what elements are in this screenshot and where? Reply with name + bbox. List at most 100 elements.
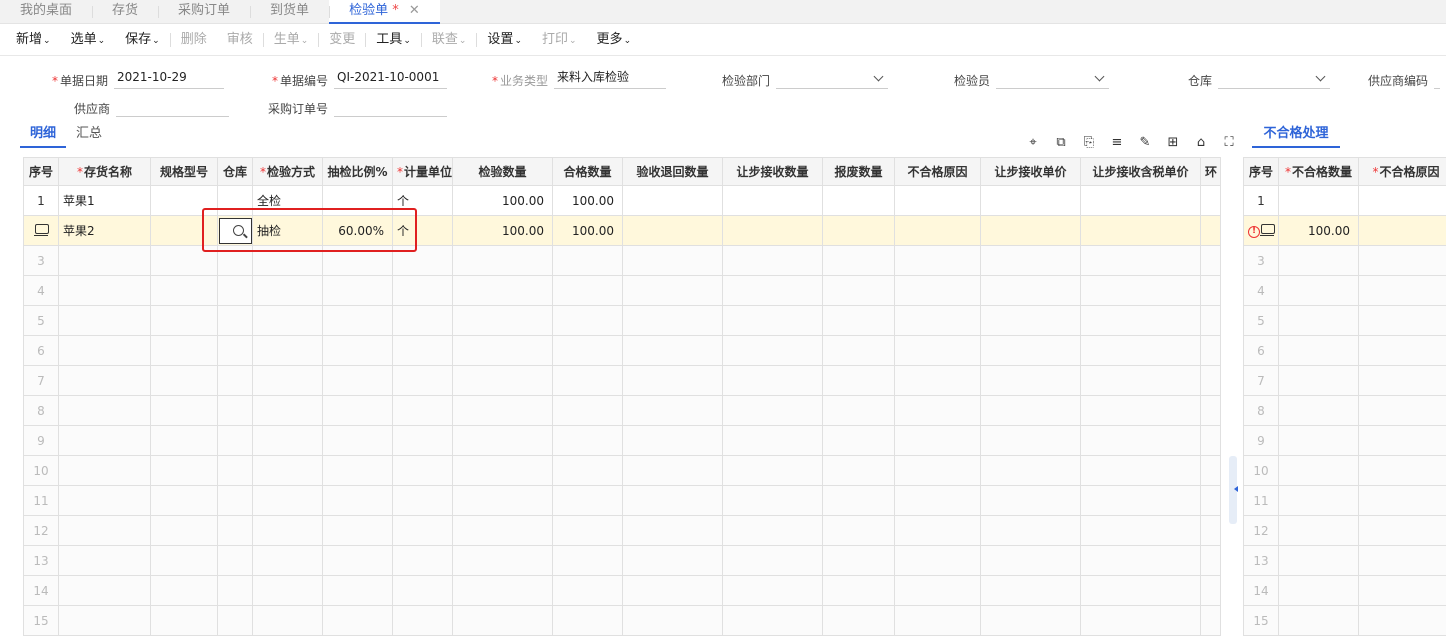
column-header[interactable]: 抽检比例% — [322, 157, 393, 186]
close-icon[interactable]: ✕ — [409, 3, 420, 18]
table-cell[interactable] — [1200, 245, 1221, 276]
toolbar-button[interactable]: 变更 — [319, 24, 365, 56]
table-cell[interactable] — [622, 395, 723, 426]
table-row[interactable]: 7 — [1243, 365, 1446, 396]
table-cell[interactable] — [150, 455, 218, 486]
tab-inspection[interactable]: 检验单 * ✕ — [329, 0, 440, 24]
table-row[interactable]: 15 — [1243, 605, 1446, 636]
table-cell[interactable] — [217, 335, 253, 366]
table-cell[interactable] — [322, 335, 393, 366]
table-cell[interactable]: 100.00 — [452, 215, 553, 246]
table-cell[interactable] — [217, 455, 253, 486]
table-cell[interactable] — [980, 335, 1081, 366]
table-cell[interactable] — [622, 215, 723, 246]
table-cell[interactable] — [894, 545, 981, 576]
table-cell[interactable] — [1080, 215, 1201, 246]
table-cell[interactable]: 7 — [23, 365, 59, 396]
table-cell[interactable] — [322, 545, 393, 576]
table-cell[interactable]: 100.00 — [552, 215, 623, 246]
table-row[interactable]: 8 — [23, 395, 1221, 426]
table-cell[interactable]: 13 — [23, 545, 59, 576]
table-cell[interactable]: 8 — [1243, 395, 1279, 426]
table-cell[interactable] — [822, 215, 895, 246]
table-cell[interactable]: 全检 — [252, 185, 323, 216]
table-cell[interactable] — [1278, 425, 1359, 456]
table-cell[interactable]: 60.00% — [322, 215, 393, 246]
table-cell[interactable] — [322, 425, 393, 456]
table-cell[interactable] — [322, 245, 393, 276]
table-row[interactable]: 5 — [23, 305, 1221, 336]
table-cell[interactable] — [1200, 455, 1221, 486]
table-cell[interactable] — [252, 515, 323, 546]
table-cell[interactable] — [1080, 275, 1201, 306]
table-cell[interactable]: ! — [1243, 215, 1279, 246]
table-cell[interactable]: 9 — [1243, 425, 1279, 456]
table-cell[interactable] — [252, 605, 323, 636]
table-cell[interactable]: 10 — [1243, 455, 1279, 486]
table-cell[interactable] — [322, 605, 393, 636]
table-cell[interactable] — [622, 515, 723, 546]
table-cell[interactable] — [894, 335, 981, 366]
table-cell[interactable]: 个 — [392, 185, 453, 216]
table-cell[interactable] — [822, 605, 895, 636]
toolbar-button[interactable]: 生单⌄ — [264, 24, 319, 56]
table-cell[interactable] — [1358, 425, 1446, 456]
table-cell[interactable] — [1358, 395, 1446, 426]
table-cell[interactable] — [322, 395, 393, 426]
toolbar-button[interactable]: 打印⌄ — [532, 24, 587, 56]
column-header[interactable]: *检验方式 — [252, 157, 323, 186]
table-cell[interactable] — [980, 305, 1081, 336]
table-cell[interactable] — [58, 365, 151, 396]
table-cell[interactable] — [452, 275, 553, 306]
filter-icon[interactable]: ≡ — [1108, 134, 1126, 152]
table-cell[interactable] — [217, 215, 253, 246]
table-cell[interactable] — [622, 485, 723, 516]
table-cell[interactable] — [1278, 605, 1359, 636]
table-cell[interactable] — [552, 305, 623, 336]
table-cell[interactable] — [622, 455, 723, 486]
column-header[interactable]: 让步接收数量 — [722, 157, 823, 186]
tab-arrival[interactable]: 到货单 — [250, 0, 329, 24]
table-cell[interactable]: 1 — [1243, 185, 1279, 216]
column-header[interactable]: *存货名称 — [58, 157, 151, 186]
table-cell[interactable]: 15 — [1243, 605, 1279, 636]
table-cell[interactable] — [552, 335, 623, 366]
column-header[interactable]: 仓库 — [217, 157, 253, 186]
table-cell[interactable] — [1358, 245, 1446, 276]
table-cell[interactable]: 12 — [23, 515, 59, 546]
table-cell[interactable] — [1358, 335, 1446, 366]
table-cell[interactable] — [452, 335, 553, 366]
table-cell[interactable] — [1278, 395, 1359, 426]
table-cell[interactable] — [552, 425, 623, 456]
table-cell[interactable] — [150, 395, 218, 426]
table-cell[interactable] — [58, 305, 151, 336]
table-cell[interactable] — [150, 485, 218, 516]
table-cell[interactable] — [1200, 185, 1221, 216]
table-cell[interactable] — [1358, 485, 1446, 516]
table-cell[interactable] — [980, 395, 1081, 426]
tab-desktop[interactable]: 我的桌面 — [0, 0, 92, 24]
table-cell[interactable] — [722, 215, 823, 246]
table-cell[interactable] — [722, 305, 823, 336]
table-cell[interactable] — [822, 365, 895, 396]
table-cell[interactable] — [322, 575, 393, 606]
table-cell[interactable] — [252, 485, 323, 516]
table-row[interactable]: 13 — [23, 545, 1221, 576]
inspector-select[interactable] — [996, 67, 1110, 89]
table-cell[interactable] — [622, 575, 723, 606]
table-cell[interactable] — [1358, 365, 1446, 396]
table-cell[interactable] — [980, 575, 1081, 606]
table-cell[interactable] — [452, 515, 553, 546]
table-cell[interactable] — [622, 305, 723, 336]
table-cell[interactable] — [552, 365, 623, 396]
table-cell[interactable]: 8 — [23, 395, 59, 426]
table-cell[interactable] — [1080, 545, 1201, 576]
table-cell[interactable] — [980, 605, 1081, 636]
table-cell[interactable] — [392, 455, 453, 486]
table-cell[interactable] — [322, 515, 393, 546]
table-cell[interactable] — [252, 275, 323, 306]
table-cell[interactable]: 5 — [1243, 305, 1279, 336]
table-cell[interactable] — [722, 515, 823, 546]
table-cell[interactable] — [1080, 605, 1201, 636]
table-cell[interactable] — [150, 335, 218, 366]
